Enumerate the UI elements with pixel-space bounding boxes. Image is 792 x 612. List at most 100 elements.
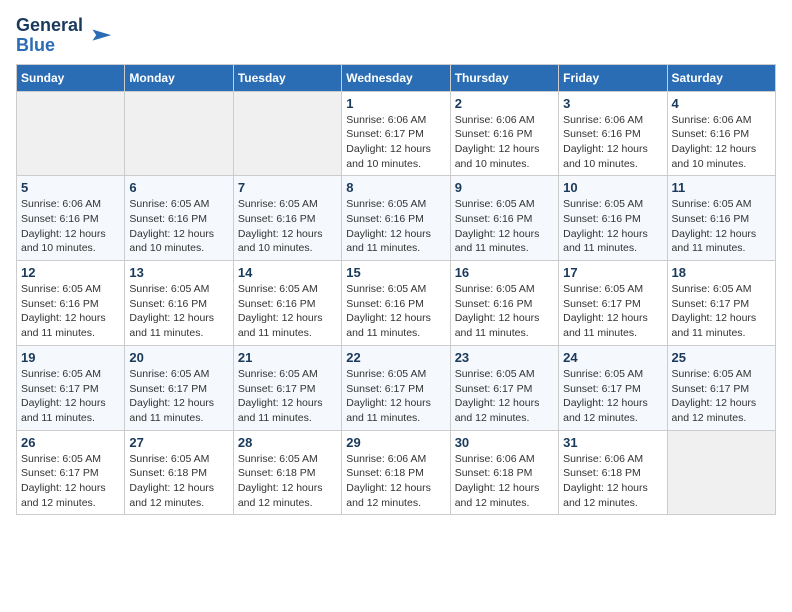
calendar-cell: 13 Sunrise: 6:05 AM Sunset: 6:16 PM Dayli…	[125, 261, 233, 346]
calendar-cell	[17, 91, 125, 176]
calendar-cell: 28 Sunrise: 6:05 AM Sunset: 6:18 PM Dayli…	[233, 430, 341, 515]
day-info: Sunrise: 6:05 AM Sunset: 6:16 PM Dayligh…	[563, 197, 662, 256]
calendar-cell: 27 Sunrise: 6:05 AM Sunset: 6:18 PM Dayli…	[125, 430, 233, 515]
day-number: 6	[129, 180, 228, 195]
calendar-cell: 19 Sunrise: 6:05 AM Sunset: 6:17 PM Dayli…	[17, 345, 125, 430]
day-number: 20	[129, 350, 228, 365]
calendar-cell: 20 Sunrise: 6:05 AM Sunset: 6:17 PM Dayli…	[125, 345, 233, 430]
day-number: 31	[563, 435, 662, 450]
day-number: 22	[346, 350, 445, 365]
logo: GeneralBlue	[16, 16, 113, 56]
weekday-header-monday: Monday	[125, 64, 233, 91]
day-info: Sunrise: 6:05 AM Sunset: 6:18 PM Dayligh…	[129, 452, 228, 511]
calendar-cell: 18 Sunrise: 6:05 AM Sunset: 6:17 PM Dayli…	[667, 261, 775, 346]
calendar-cell: 26 Sunrise: 6:05 AM Sunset: 6:17 PM Dayli…	[17, 430, 125, 515]
calendar-cell: 30Sunrise: 6:06 AM Sunset: 6:18 PM Dayli…	[450, 430, 558, 515]
day-number: 4	[672, 96, 771, 111]
day-number: 23	[455, 350, 554, 365]
calendar-cell	[667, 430, 775, 515]
calendar-cell: 29Sunrise: 6:06 AM Sunset: 6:18 PM Dayli…	[342, 430, 450, 515]
day-number: 24	[563, 350, 662, 365]
day-number: 25	[672, 350, 771, 365]
day-info: Sunrise: 6:05 AM Sunset: 6:16 PM Dayligh…	[455, 282, 554, 341]
day-number: 2	[455, 96, 554, 111]
calendar-cell: 16Sunrise: 6:05 AM Sunset: 6:16 PM Dayli…	[450, 261, 558, 346]
day-info: Sunrise: 6:05 AM Sunset: 6:16 PM Dayligh…	[238, 282, 337, 341]
calendar-cell: 25 Sunrise: 6:05 AM Sunset: 6:17 PM Dayli…	[667, 345, 775, 430]
day-info: Sunrise: 6:05 AM Sunset: 6:17 PM Dayligh…	[672, 367, 771, 426]
day-number: 30	[455, 435, 554, 450]
day-number: 9	[455, 180, 554, 195]
day-info: Sunrise: 6:05 AM Sunset: 6:17 PM Dayligh…	[346, 367, 445, 426]
calendar-cell: 15 Sunrise: 6:05 AM Sunset: 6:16 PM Dayli…	[342, 261, 450, 346]
day-info: Sunrise: 6:05 AM Sunset: 6:17 PM Dayligh…	[129, 367, 228, 426]
weekday-header-thursday: Thursday	[450, 64, 558, 91]
day-number: 27	[129, 435, 228, 450]
day-number: 12	[21, 265, 120, 280]
day-info: Sunrise: 6:05 AM Sunset: 6:17 PM Dayligh…	[455, 367, 554, 426]
day-number: 8	[346, 180, 445, 195]
logo-icon	[85, 22, 113, 50]
calendar-cell: 7Sunrise: 6:05 AM Sunset: 6:16 PM Daylig…	[233, 176, 341, 261]
day-number: 15	[346, 265, 445, 280]
calendar-cell	[125, 91, 233, 176]
calendar-cell: 31 Sunrise: 6:06 AM Sunset: 6:18 PM Dayli…	[559, 430, 667, 515]
weekday-header-tuesday: Tuesday	[233, 64, 341, 91]
calendar: SundayMondayTuesdayWednesdayThursdayFrid…	[16, 64, 776, 516]
day-number: 1	[346, 96, 445, 111]
day-info: Sunrise: 6:06 AM Sunset: 6:16 PM Dayligh…	[455, 113, 554, 172]
day-number: 3	[563, 96, 662, 111]
day-info: Sunrise: 6:05 AM Sunset: 6:17 PM Dayligh…	[672, 282, 771, 341]
day-info: Sunrise: 6:05 AM Sunset: 6:16 PM Dayligh…	[238, 197, 337, 256]
day-number: 26	[21, 435, 120, 450]
calendar-cell: 4 Sunrise: 6:06 AM Sunset: 6:16 PM Daylig…	[667, 91, 775, 176]
calendar-cell: 12 Sunrise: 6:05 AM Sunset: 6:16 PM Dayli…	[17, 261, 125, 346]
day-info: Sunrise: 6:05 AM Sunset: 6:17 PM Dayligh…	[563, 367, 662, 426]
calendar-cell: 3Sunrise: 6:06 AM Sunset: 6:16 PM Daylig…	[559, 91, 667, 176]
day-info: Sunrise: 6:05 AM Sunset: 6:16 PM Dayligh…	[346, 282, 445, 341]
calendar-cell: 9 Sunrise: 6:05 AM Sunset: 6:16 PM Daylig…	[450, 176, 558, 261]
weekday-header-wednesday: Wednesday	[342, 64, 450, 91]
calendar-cell: 6Sunrise: 6:05 AM Sunset: 6:16 PM Daylig…	[125, 176, 233, 261]
weekday-header-friday: Friday	[559, 64, 667, 91]
day-info: Sunrise: 6:06 AM Sunset: 6:18 PM Dayligh…	[563, 452, 662, 511]
day-number: 11	[672, 180, 771, 195]
day-info: Sunrise: 6:05 AM Sunset: 6:16 PM Dayligh…	[346, 197, 445, 256]
calendar-cell: 10 Sunrise: 6:05 AM Sunset: 6:16 PM Dayli…	[559, 176, 667, 261]
calendar-cell: 17 Sunrise: 6:05 AM Sunset: 6:17 PM Dayli…	[559, 261, 667, 346]
calendar-cell: 2 Sunrise: 6:06 AM Sunset: 6:16 PM Daylig…	[450, 91, 558, 176]
calendar-cell: 21 Sunrise: 6:05 AM Sunset: 6:17 PM Dayli…	[233, 345, 341, 430]
day-info: Sunrise: 6:05 AM Sunset: 6:16 PM Dayligh…	[21, 282, 120, 341]
day-info: Sunrise: 6:05 AM Sunset: 6:17 PM Dayligh…	[21, 452, 120, 511]
day-number: 28	[238, 435, 337, 450]
calendar-cell: 14 Sunrise: 6:05 AM Sunset: 6:16 PM Dayli…	[233, 261, 341, 346]
day-info: Sunrise: 6:06 AM Sunset: 6:16 PM Dayligh…	[672, 113, 771, 172]
calendar-cell	[233, 91, 341, 176]
day-info: Sunrise: 6:05 AM Sunset: 6:18 PM Dayligh…	[238, 452, 337, 511]
day-info: Sunrise: 6:05 AM Sunset: 6:17 PM Dayligh…	[21, 367, 120, 426]
day-number: 18	[672, 265, 771, 280]
header: GeneralBlue	[16, 16, 776, 56]
calendar-cell: 11 Sunrise: 6:05 AM Sunset: 6:16 PM Dayli…	[667, 176, 775, 261]
day-number: 13	[129, 265, 228, 280]
day-number: 17	[563, 265, 662, 280]
day-info: Sunrise: 6:05 AM Sunset: 6:16 PM Dayligh…	[455, 197, 554, 256]
day-number: 21	[238, 350, 337, 365]
weekday-header-saturday: Saturday	[667, 64, 775, 91]
calendar-cell: 22 Sunrise: 6:05 AM Sunset: 6:17 PM Dayli…	[342, 345, 450, 430]
day-number: 29	[346, 435, 445, 450]
calendar-cell: 23 Sunrise: 6:05 AM Sunset: 6:17 PM Dayli…	[450, 345, 558, 430]
weekday-header-sunday: Sunday	[17, 64, 125, 91]
day-number: 14	[238, 265, 337, 280]
day-info: Sunrise: 6:05 AM Sunset: 6:17 PM Dayligh…	[563, 282, 662, 341]
day-info: Sunrise: 6:06 AM Sunset: 6:17 PM Dayligh…	[346, 113, 445, 172]
calendar-cell: 5Sunrise: 6:06 AM Sunset: 6:16 PM Daylig…	[17, 176, 125, 261]
day-number: 10	[563, 180, 662, 195]
calendar-cell: 24 Sunrise: 6:05 AM Sunset: 6:17 PM Dayli…	[559, 345, 667, 430]
day-info: Sunrise: 6:05 AM Sunset: 6:16 PM Dayligh…	[672, 197, 771, 256]
day-number: 19	[21, 350, 120, 365]
day-info: Sunrise: 6:05 AM Sunset: 6:17 PM Dayligh…	[238, 367, 337, 426]
calendar-cell: 1 Sunrise: 6:06 AM Sunset: 6:17 PM Daylig…	[342, 91, 450, 176]
day-info: Sunrise: 6:05 AM Sunset: 6:16 PM Dayligh…	[129, 282, 228, 341]
calendar-cell: 8 Sunrise: 6:05 AM Sunset: 6:16 PM Daylig…	[342, 176, 450, 261]
